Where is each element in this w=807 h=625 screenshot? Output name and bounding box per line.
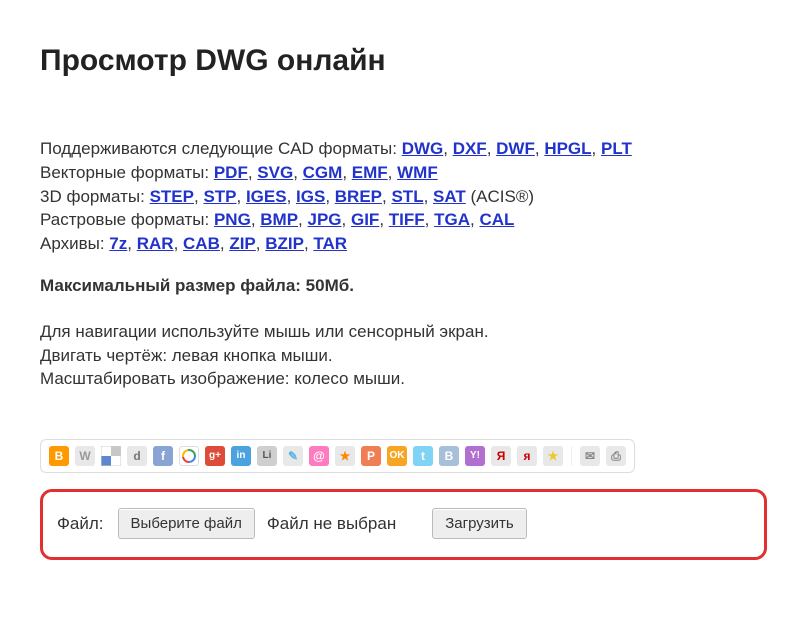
separator: , bbox=[251, 210, 260, 229]
format-link[interactable]: DWG bbox=[402, 139, 444, 158]
share-spacer bbox=[571, 446, 572, 466]
format-link[interactable]: PDF bbox=[214, 163, 248, 182]
separator: , bbox=[174, 234, 183, 253]
googleplus-icon[interactable]: g+ bbox=[205, 446, 225, 466]
separator: , bbox=[287, 187, 296, 206]
separator: , bbox=[325, 187, 334, 206]
format-link[interactable]: PLT bbox=[601, 139, 632, 158]
livejournal-icon[interactable]: Li bbox=[257, 446, 277, 466]
format-link[interactable]: HPGL bbox=[544, 139, 591, 158]
supported-formats: Поддерживаются следующие CAD форматы: DW… bbox=[40, 137, 767, 256]
print-icon[interactable]: ⎙ bbox=[606, 446, 626, 466]
format-link[interactable]: BZIP bbox=[265, 234, 304, 253]
yaru-icon[interactable]: я bbox=[517, 446, 537, 466]
separator: , bbox=[256, 234, 265, 253]
digg-icon[interactable]: d bbox=[127, 446, 147, 466]
format-link[interactable]: GIF bbox=[351, 210, 379, 229]
separator: , bbox=[237, 187, 246, 206]
format-link[interactable]: EMF bbox=[352, 163, 388, 182]
email-icon[interactable]: ✉ bbox=[580, 446, 600, 466]
format-link[interactable]: STL bbox=[391, 187, 423, 206]
odnoklassniki-icon[interactable]: OK bbox=[387, 446, 407, 466]
facebook-icon[interactable]: f bbox=[153, 446, 173, 466]
no-file-text: Файл не выбран bbox=[267, 512, 396, 536]
format-link[interactable]: TGA bbox=[434, 210, 470, 229]
yahoo-icon[interactable]: Y! bbox=[465, 446, 485, 466]
separator: , bbox=[248, 163, 257, 182]
format-link[interactable]: IGS bbox=[296, 187, 325, 206]
format-group-label: Архивы: bbox=[40, 234, 109, 253]
format-link[interactable]: BREP bbox=[335, 187, 382, 206]
format-group: 3D форматы: STEP, STP, IGES, IGS, BREP, … bbox=[40, 185, 767, 209]
vk-icon[interactable]: B bbox=[439, 446, 459, 466]
myspace-icon[interactable]: ★ bbox=[335, 446, 355, 466]
separator: , bbox=[220, 234, 229, 253]
mail-icon[interactable]: @ bbox=[309, 446, 329, 466]
share-bar: BWdfg+inLi✎@★POKtBY!Яя★✉⎙ bbox=[40, 439, 635, 473]
max-file-size: Максимальный размер файла: 50Мб. bbox=[40, 274, 767, 298]
liveinternet-icon[interactable]: ✎ bbox=[283, 446, 303, 466]
format-link[interactable]: DWF bbox=[496, 139, 535, 158]
format-link[interactable]: TAR bbox=[313, 234, 347, 253]
format-link[interactable]: WMF bbox=[397, 163, 438, 182]
format-link[interactable]: DXF bbox=[453, 139, 487, 158]
format-link[interactable]: CAB bbox=[183, 234, 220, 253]
bookmark-icon[interactable]: ★ bbox=[543, 446, 563, 466]
format-link[interactable]: PNG bbox=[214, 210, 251, 229]
separator: , bbox=[592, 139, 601, 158]
separator: , bbox=[293, 163, 302, 182]
upload-panel: Файл: Выберите файл Файл не выбран Загру… bbox=[40, 489, 767, 560]
wordpress-icon[interactable]: W bbox=[75, 446, 95, 466]
hint-line: Масштабировать изображение: колесо мыши. bbox=[40, 367, 767, 391]
separator: , bbox=[342, 163, 351, 182]
format-link[interactable]: CAL bbox=[479, 210, 514, 229]
separator: , bbox=[379, 210, 388, 229]
format-group: Поддерживаются следующие CAD форматы: DW… bbox=[40, 137, 767, 161]
separator: , bbox=[425, 210, 434, 229]
delicious-icon[interactable] bbox=[101, 446, 121, 466]
format-link[interactable]: 7z bbox=[109, 234, 127, 253]
separator: , bbox=[304, 234, 313, 253]
format-link[interactable]: TIFF bbox=[389, 210, 425, 229]
format-group-label: 3D форматы: bbox=[40, 187, 150, 206]
separator: , bbox=[342, 210, 351, 229]
format-group: Растровые форматы: PNG, BMP, JPG, GIF, T… bbox=[40, 208, 767, 232]
format-group-label: Векторные форматы: bbox=[40, 163, 214, 182]
blogger-icon[interactable]: B bbox=[49, 446, 69, 466]
format-link[interactable]: RAR bbox=[137, 234, 174, 253]
format-group: Архивы: 7z, RAR, CAB, ZIP, BZIP, TAR bbox=[40, 232, 767, 256]
format-link[interactable]: STP bbox=[203, 187, 236, 206]
separator: , bbox=[535, 139, 544, 158]
format-group: Векторные форматы: PDF, SVG, CGM, EMF, W… bbox=[40, 161, 767, 185]
separator: , bbox=[487, 139, 496, 158]
format-link[interactable]: ZIP bbox=[229, 234, 255, 253]
linkedin-icon[interactable]: in bbox=[231, 446, 251, 466]
twitter-icon[interactable]: t bbox=[413, 446, 433, 466]
format-link[interactable]: SVG bbox=[257, 163, 293, 182]
format-group-label: Растровые форматы: bbox=[40, 210, 214, 229]
format-link[interactable]: STEP bbox=[150, 187, 194, 206]
separator: , bbox=[424, 187, 433, 206]
hint-line: Для навигации используйте мышь или сенсо… bbox=[40, 320, 767, 344]
page-title: Просмотр DWG онлайн bbox=[40, 40, 767, 82]
choose-file-button[interactable]: Выберите файл bbox=[118, 508, 255, 539]
format-link[interactable]: JPG bbox=[308, 210, 342, 229]
format-link[interactable]: CGM bbox=[303, 163, 343, 182]
format-group-label: Поддерживаются следующие CAD форматы: bbox=[40, 139, 402, 158]
separator: , bbox=[298, 210, 307, 229]
yandex-icon[interactable]: Я bbox=[491, 446, 511, 466]
separator: , bbox=[127, 234, 136, 253]
separator: , bbox=[443, 139, 452, 158]
pinterest-icon[interactable]: P bbox=[361, 446, 381, 466]
navigation-hints: Для навигации используйте мышь или сенсо… bbox=[40, 320, 767, 391]
format-link[interactable]: IGES bbox=[246, 187, 287, 206]
file-label: Файл: bbox=[57, 512, 104, 536]
upload-button[interactable]: Загрузить bbox=[432, 508, 527, 539]
separator: , bbox=[388, 163, 397, 182]
format-link[interactable]: SAT bbox=[433, 187, 466, 206]
format-link[interactable]: BMP bbox=[260, 210, 298, 229]
hint-line: Двигать чертёж: левая кнопка мыши. bbox=[40, 344, 767, 368]
google-icon[interactable] bbox=[179, 446, 199, 466]
format-group-tail: (ACIS®) bbox=[466, 187, 534, 206]
